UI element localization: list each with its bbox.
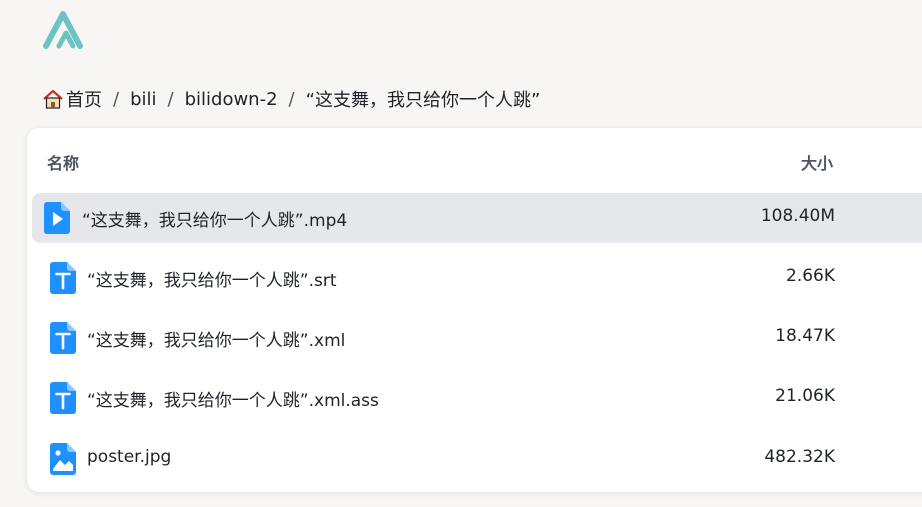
file-name[interactable]: poster.jpg [87,447,171,467]
file-row[interactable]: “这支舞，我只给你一个人跳”.mp4 108.40M [32,193,922,243]
file-name[interactable]: “这支舞，我只给你一个人跳”.srt [87,266,337,291]
table-header: 名称 大小 [27,128,922,192]
text-file-icon [50,382,76,414]
text-file-icon [50,322,76,354]
file-size: 2.66K [786,266,835,286]
breadcrumb-item-bilidown[interactable]: bilidown-2 [185,89,278,110]
file-row[interactable]: “这支舞，我只给你一个人跳”.xml 18.47K [32,313,922,363]
file-size: 21.06K [775,386,835,406]
file-list-panel: 名称 大小 “这支舞，我只给你一个人跳”.mp4 108.40M “这支舞，我只… [27,128,922,492]
file-name[interactable]: “这支舞，我只给你一个人跳”.xml [87,326,345,351]
app-logo[interactable] [42,9,88,49]
logo-icon [43,11,83,49]
breadcrumb-separator: / [113,88,120,110]
image-file-icon [50,443,76,475]
file-row[interactable]: “这支舞，我只给你一个人跳”.srt 2.66K [32,253,922,303]
video-file-icon [44,202,70,234]
breadcrumb-item-bili[interactable]: bili [130,89,156,110]
file-name[interactable]: “这支舞，我只给你一个人跳”.xml.ass [87,386,379,411]
breadcrumb-separator: / [167,88,174,110]
breadcrumb: 首页 / bili / bilidown-2 / “这支舞，我只给你一个人跳” [42,85,540,113]
column-header-size[interactable]: 大小 [801,150,833,174]
breadcrumb-item-current-folder[interactable]: “这支舞，我只给你一个人跳” [306,86,541,112]
file-size: 108.40M [760,206,835,226]
text-file-icon [50,262,76,294]
file-row[interactable]: “这支舞，我只给你一个人跳”.xml.ass 21.06K [32,373,922,423]
breadcrumb-home[interactable]: 首页 [66,86,102,112]
home-icon[interactable] [42,88,64,110]
file-name[interactable]: “这支舞，我只给你一个人跳”.mp4 [82,206,347,231]
column-header-name[interactable]: 名称 [47,150,79,174]
file-size: 482.32K [764,447,835,467]
file-row[interactable]: poster.jpg 482.32K [32,434,922,484]
breadcrumb-separator: / [288,88,295,110]
file-size: 18.47K [775,326,835,346]
